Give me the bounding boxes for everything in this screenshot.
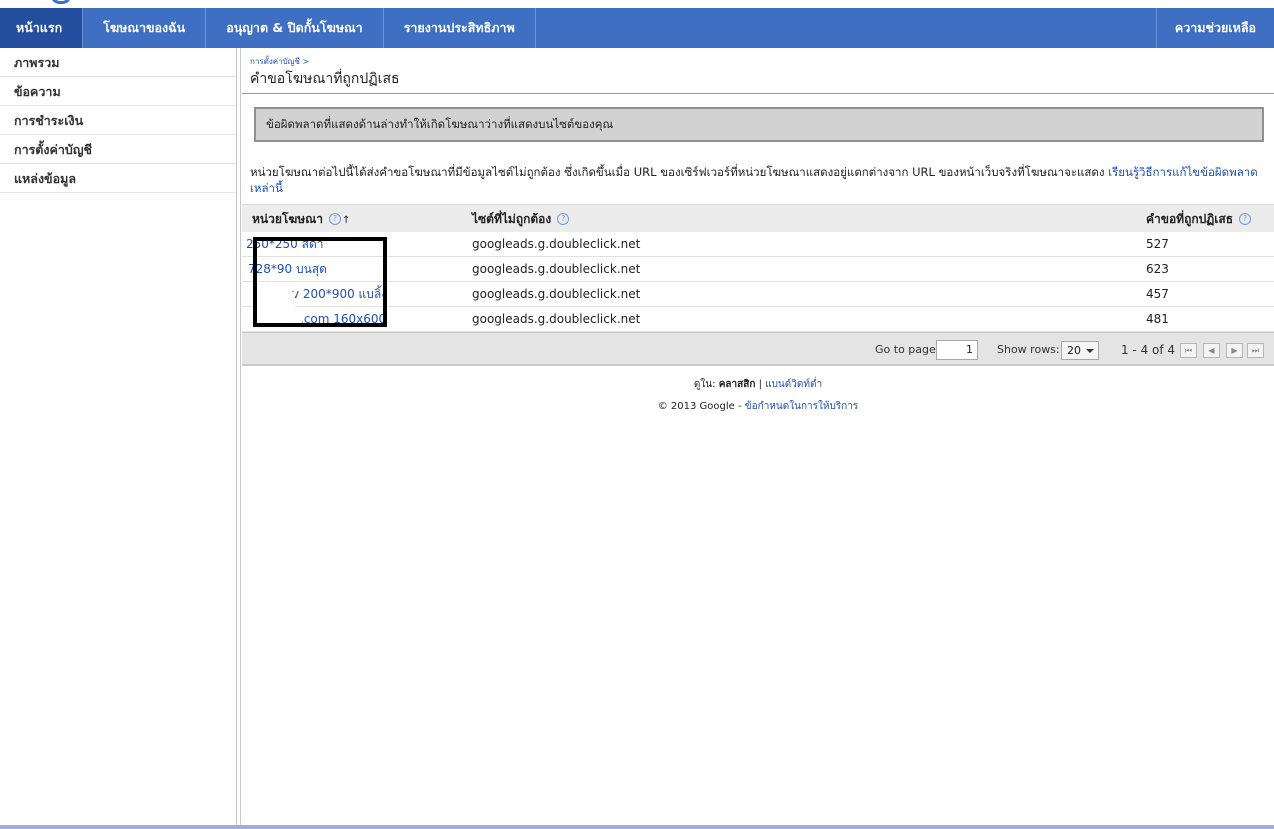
prev-page-icon[interactable]: ◀ bbox=[1203, 343, 1220, 358]
table-header: หน่วยโฆษณา? ↑ ไซต์ที่ไม่ถูกต้อง? คำขอที่ถ… bbox=[242, 204, 1274, 232]
chevron-down-icon bbox=[1086, 349, 1094, 353]
rejected-count: 457 bbox=[1146, 287, 1169, 301]
row-range: 1 - 4 of 4 bbox=[1121, 343, 1176, 357]
page-number-input[interactable]: 1 bbox=[936, 340, 978, 360]
description-text: หน่วยโฆษณาต่อไปนี้ได้ส่งคำขอโฆษณาที่มีข้… bbox=[250, 165, 1105, 179]
main-nav: หน้าแรก โฆษณาของฉัน อนุญาต & ปิดกั้นโฆษณ… bbox=[0, 8, 1274, 48]
invalid-site: googleads.g.doubleclick.net bbox=[472, 287, 641, 301]
table-row: .com 160x600 googleads.g.doubleclick.net… bbox=[242, 307, 1274, 332]
sidebar-item-overview[interactable]: ภาพรวม bbox=[0, 48, 236, 77]
first-page-icon[interactable]: ⏮ bbox=[1180, 343, 1197, 358]
tab-my-ads[interactable]: โฆษณาของฉัน bbox=[83, 8, 207, 48]
table-row: 250*250 สด้า googleads.g.doubleclick.net… bbox=[242, 232, 1274, 257]
tab-allow-block-ads[interactable]: อนุญาต & ปิดกั้นโฆษณา bbox=[206, 8, 384, 48]
invalid-site: googleads.g.doubleclick.net bbox=[472, 262, 641, 276]
header-invalid-site[interactable]: ไซต์ที่ไม่ถูกต้อง? bbox=[472, 205, 570, 233]
copyright-text: © 2013 Google - bbox=[657, 401, 742, 412]
rejected-requests-table: หน่วยโฆษณา? ↑ ไซต์ที่ไม่ถูกต้อง? คำขอที่ถ… bbox=[242, 204, 1274, 332]
copyright-footer: © 2013 Google - ข้อกำหนดในการให้บริการ bbox=[242, 399, 1274, 414]
main-content: การตั้งค่าบัญชี > คำขอโฆษณาที่ถูกปฏิเสธ … bbox=[242, 48, 1274, 829]
go-to-page-label: Go to page: bbox=[875, 343, 940, 356]
sidebar-divider bbox=[240, 48, 241, 829]
table-row: 728*90 บนสุด googleads.g.doubleclick.net… bbox=[242, 257, 1274, 282]
view-mode-footer: ดูใน: คลาสสิก | แบนด์วิดท์ต่ำ bbox=[242, 377, 1274, 392]
tab-performance-reports[interactable]: รายงานประสิทธิภาพ bbox=[384, 8, 536, 48]
redaction-box bbox=[253, 237, 387, 327]
invalid-site: googleads.g.doubleclick.net bbox=[472, 237, 641, 251]
show-rows-label: Show rows: bbox=[997, 343, 1060, 356]
terms-link[interactable]: ข้อกำหนดในการให้บริการ bbox=[745, 401, 858, 412]
rows-per-page-value: 20 bbox=[1067, 344, 1081, 357]
header-invalid-site-label: ไซต์ที่ไม่ถูกต้อง bbox=[472, 212, 552, 226]
description: หน่วยโฆษณาต่อไปนี้ได้ส่งคำขอโฆษณาที่มีข้… bbox=[250, 164, 1260, 196]
top-strip bbox=[0, 0, 1274, 8]
last-page-icon[interactable]: ⏭ bbox=[1247, 343, 1264, 358]
table-row: v 200*900 แบลิ้ง googleads.g.doubleclick… bbox=[242, 282, 1274, 307]
help-icon[interactable]: ? bbox=[557, 213, 570, 225]
bottom-edge bbox=[0, 825, 1274, 829]
next-page-icon[interactable]: ▶ bbox=[1226, 343, 1243, 358]
view-classic: คลาสสิก bbox=[718, 379, 756, 390]
breadcrumb[interactable]: การตั้งค่าบัญชี > bbox=[250, 55, 309, 68]
sidebar-item-messages[interactable]: ข้อความ bbox=[0, 77, 236, 106]
help-link[interactable]: ความช่วยเหลือ bbox=[1155, 8, 1274, 48]
view-prefix: ดูใน: bbox=[693, 379, 716, 390]
footer-separator: | bbox=[758, 379, 762, 390]
header-rejected-count[interactable]: คำขอที่ถูกปฏิเสธ? bbox=[1146, 205, 1252, 233]
header-rejected-count-label: คำขอที่ถูกปฏิเสธ bbox=[1146, 212, 1234, 226]
invalid-site: googleads.g.doubleclick.net bbox=[472, 312, 641, 326]
title-divider bbox=[242, 93, 1274, 94]
help-icon[interactable]: ? bbox=[1239, 213, 1252, 225]
sidebar-item-account-settings[interactable]: การตั้งค่าบัญชี bbox=[0, 135, 236, 164]
rejected-count: 623 bbox=[1146, 262, 1169, 276]
tab-home[interactable]: หน้าแรก bbox=[0, 8, 84, 48]
pagination-bar: Go to page: 1 Show rows: 20 1 - 4 of 4 ⏮… bbox=[242, 332, 1274, 366]
help-icon[interactable]: ? bbox=[329, 213, 342, 225]
view-low-bandwidth-link[interactable]: แบนด์วิดท์ต่ำ bbox=[765, 379, 822, 390]
header-ad-unit[interactable]: หน่วยโฆษณา? ↑ bbox=[252, 205, 350, 233]
sidebar: ภาพรวม ข้อความ การชำระเงิน การตั้งค่าบัญ… bbox=[0, 48, 237, 829]
sort-ascending-icon: ↑ bbox=[342, 215, 351, 226]
header-ad-unit-label: หน่วยโฆษณา bbox=[252, 212, 324, 226]
rejected-count: 481 bbox=[1146, 312, 1169, 326]
page-title: คำขอโฆษณาที่ถูกปฏิเสธ bbox=[250, 71, 400, 87]
logo-fragment bbox=[50, 0, 72, 4]
rejected-count: 527 bbox=[1146, 237, 1169, 251]
error-banner: ข้อผิดพลาดที่แสดงด้านล่างทำให้เกิดโฆษณาว… bbox=[254, 107, 1264, 142]
sidebar-item-payments[interactable]: การชำระเงิน bbox=[0, 106, 236, 135]
rows-per-page-select[interactable]: 20 bbox=[1061, 341, 1099, 360]
sidebar-item-resources[interactable]: แหล่งข้อมูล bbox=[0, 164, 236, 193]
